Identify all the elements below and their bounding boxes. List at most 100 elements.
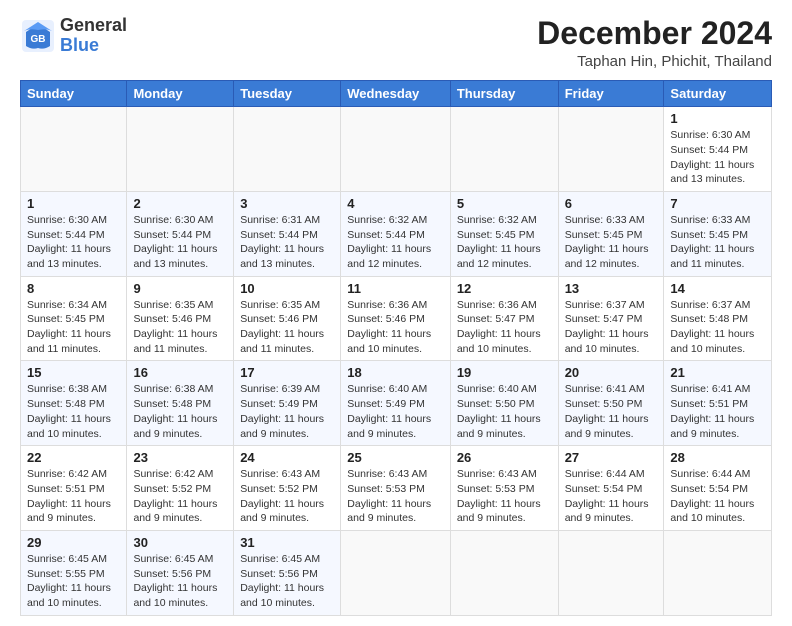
- day-number: 24: [240, 450, 334, 465]
- calendar-cell: 28 Sunrise: 6:44 AMSunset: 5:54 PMDaylig…: [664, 446, 772, 531]
- day-number: 13: [565, 281, 658, 296]
- day-number: 4: [347, 196, 444, 211]
- day-number: 17: [240, 365, 334, 380]
- day-detail: Sunrise: 6:43 AMSunset: 5:53 PMDaylight:…: [457, 467, 552, 526]
- calendar-cell: 25 Sunrise: 6:43 AMSunset: 5:53 PMDaylig…: [341, 446, 451, 531]
- day-detail: Sunrise: 6:32 AMSunset: 5:44 PMDaylight:…: [347, 213, 444, 272]
- header-sunday: Sunday: [21, 81, 127, 107]
- day-detail: Sunrise: 6:34 AMSunset: 5:45 PMDaylight:…: [27, 298, 120, 357]
- day-detail: Sunrise: 6:41 AMSunset: 5:50 PMDaylight:…: [565, 382, 658, 441]
- calendar-cell: 9 Sunrise: 6:35 AMSunset: 5:46 PMDayligh…: [127, 276, 234, 361]
- header: GB General Blue December 2024 Taphan Hin…: [20, 16, 772, 70]
- calendar-row: 8 Sunrise: 6:34 AMSunset: 5:45 PMDayligh…: [21, 276, 772, 361]
- calendar-cell: 27 Sunrise: 6:44 AMSunset: 5:54 PMDaylig…: [558, 446, 664, 531]
- calendar-cell: [450, 107, 558, 192]
- calendar-row: 1 Sunrise: 6:30 AMSunset: 5:44 PMDayligh…: [21, 191, 772, 276]
- day-detail: Sunrise: 6:33 AMSunset: 5:45 PMDaylight:…: [565, 213, 658, 272]
- calendar-cell: [21, 107, 127, 192]
- day-number: 20: [565, 365, 658, 380]
- logo-general-text: General: [60, 16, 127, 36]
- day-detail: Sunrise: 6:45 AMSunset: 5:56 PMDaylight:…: [133, 552, 227, 611]
- calendar-cell: 26 Sunrise: 6:43 AMSunset: 5:53 PMDaylig…: [450, 446, 558, 531]
- calendar-cell: [234, 107, 341, 192]
- day-detail: Sunrise: 6:30 AMSunset: 5:44 PMDaylight:…: [670, 128, 765, 187]
- calendar-row: 1 Sunrise: 6:30 AMSunset: 5:44 PMDayligh…: [21, 107, 772, 192]
- month-title: December 2024: [537, 16, 772, 51]
- header-monday: Monday: [127, 81, 234, 107]
- day-detail: Sunrise: 6:44 AMSunset: 5:54 PMDaylight:…: [565, 467, 658, 526]
- day-number: 19: [457, 365, 552, 380]
- logo: GB General Blue: [20, 16, 127, 56]
- day-number: 29: [27, 535, 120, 550]
- day-detail: Sunrise: 6:32 AMSunset: 5:45 PMDaylight:…: [457, 213, 552, 272]
- calendar-cell: 1 Sunrise: 6:30 AMSunset: 5:44 PMDayligh…: [21, 191, 127, 276]
- calendar-cell: [558, 107, 664, 192]
- calendar-cell: 2 Sunrise: 6:30 AMSunset: 5:44 PMDayligh…: [127, 191, 234, 276]
- day-number: 30: [133, 535, 227, 550]
- calendar-cell: 6 Sunrise: 6:33 AMSunset: 5:45 PMDayligh…: [558, 191, 664, 276]
- day-number: 1: [670, 111, 765, 126]
- calendar-row: 29 Sunrise: 6:45 AMSunset: 5:55 PMDaylig…: [21, 530, 772, 615]
- day-number: 18: [347, 365, 444, 380]
- calendar-cell: 1 Sunrise: 6:30 AMSunset: 5:44 PMDayligh…: [664, 107, 772, 192]
- day-number: 6: [565, 196, 658, 211]
- header-thursday: Thursday: [450, 81, 558, 107]
- svg-text:GB: GB: [31, 34, 46, 45]
- day-number: 2: [133, 196, 227, 211]
- calendar-cell: 13 Sunrise: 6:37 AMSunset: 5:47 PMDaylig…: [558, 276, 664, 361]
- day-number: 14: [670, 281, 765, 296]
- calendar-cell: [341, 107, 451, 192]
- day-detail: Sunrise: 6:43 AMSunset: 5:53 PMDaylight:…: [347, 467, 444, 526]
- calendar-cell: 24 Sunrise: 6:43 AMSunset: 5:52 PMDaylig…: [234, 446, 341, 531]
- calendar-cell: 31 Sunrise: 6:45 AMSunset: 5:56 PMDaylig…: [234, 530, 341, 615]
- day-number: 11: [347, 281, 444, 296]
- calendar-cell: 7 Sunrise: 6:33 AMSunset: 5:45 PMDayligh…: [664, 191, 772, 276]
- day-detail: Sunrise: 6:35 AMSunset: 5:46 PMDaylight:…: [133, 298, 227, 357]
- calendar-cell: 22 Sunrise: 6:42 AMSunset: 5:51 PMDaylig…: [21, 446, 127, 531]
- calendar-row: 15 Sunrise: 6:38 AMSunset: 5:48 PMDaylig…: [21, 361, 772, 446]
- calendar-cell: 20 Sunrise: 6:41 AMSunset: 5:50 PMDaylig…: [558, 361, 664, 446]
- day-detail: Sunrise: 6:30 AMSunset: 5:44 PMDaylight:…: [133, 213, 227, 272]
- day-detail: Sunrise: 6:36 AMSunset: 5:46 PMDaylight:…: [347, 298, 444, 357]
- header-saturday: Saturday: [664, 81, 772, 107]
- day-number: 21: [670, 365, 765, 380]
- calendar-cell: 5 Sunrise: 6:32 AMSunset: 5:45 PMDayligh…: [450, 191, 558, 276]
- header-tuesday: Tuesday: [234, 81, 341, 107]
- day-detail: Sunrise: 6:36 AMSunset: 5:47 PMDaylight:…: [457, 298, 552, 357]
- day-detail: Sunrise: 6:45 AMSunset: 5:56 PMDaylight:…: [240, 552, 334, 611]
- calendar-row: 22 Sunrise: 6:42 AMSunset: 5:51 PMDaylig…: [21, 446, 772, 531]
- day-detail: Sunrise: 6:41 AMSunset: 5:51 PMDaylight:…: [670, 382, 765, 441]
- calendar-cell: 10 Sunrise: 6:35 AMSunset: 5:46 PMDaylig…: [234, 276, 341, 361]
- calendar-cell: 14 Sunrise: 6:37 AMSunset: 5:48 PMDaylig…: [664, 276, 772, 361]
- calendar-cell: 11 Sunrise: 6:36 AMSunset: 5:46 PMDaylig…: [341, 276, 451, 361]
- calendar-cell: 8 Sunrise: 6:34 AMSunset: 5:45 PMDayligh…: [21, 276, 127, 361]
- day-number: 12: [457, 281, 552, 296]
- calendar-cell: 29 Sunrise: 6:45 AMSunset: 5:55 PMDaylig…: [21, 530, 127, 615]
- day-detail: Sunrise: 6:39 AMSunset: 5:49 PMDaylight:…: [240, 382, 334, 441]
- day-detail: Sunrise: 6:40 AMSunset: 5:49 PMDaylight:…: [347, 382, 444, 441]
- day-number: 26: [457, 450, 552, 465]
- day-detail: Sunrise: 6:42 AMSunset: 5:51 PMDaylight:…: [27, 467, 120, 526]
- day-number: 1: [27, 196, 120, 211]
- calendar-cell: [558, 530, 664, 615]
- day-number: 5: [457, 196, 552, 211]
- calendar-cell: 16 Sunrise: 6:38 AMSunset: 5:48 PMDaylig…: [127, 361, 234, 446]
- calendar-cell: 30 Sunrise: 6:45 AMSunset: 5:56 PMDaylig…: [127, 530, 234, 615]
- calendar-cell: 18 Sunrise: 6:40 AMSunset: 5:49 PMDaylig…: [341, 361, 451, 446]
- day-number: 31: [240, 535, 334, 550]
- day-detail: Sunrise: 6:35 AMSunset: 5:46 PMDaylight:…: [240, 298, 334, 357]
- calendar-cell: 15 Sunrise: 6:38 AMSunset: 5:48 PMDaylig…: [21, 361, 127, 446]
- day-number: 10: [240, 281, 334, 296]
- day-number: 27: [565, 450, 658, 465]
- calendar-cell: 19 Sunrise: 6:40 AMSunset: 5:50 PMDaylig…: [450, 361, 558, 446]
- day-number: 22: [27, 450, 120, 465]
- day-detail: Sunrise: 6:40 AMSunset: 5:50 PMDaylight:…: [457, 382, 552, 441]
- logo-blue-text: Blue: [60, 36, 127, 56]
- calendar-cell: 21 Sunrise: 6:41 AMSunset: 5:51 PMDaylig…: [664, 361, 772, 446]
- day-number: 8: [27, 281, 120, 296]
- day-number: 3: [240, 196, 334, 211]
- location: Taphan Hin, Phichit, Thailand: [537, 53, 772, 70]
- day-detail: Sunrise: 6:38 AMSunset: 5:48 PMDaylight:…: [27, 382, 120, 441]
- day-number: 25: [347, 450, 444, 465]
- logo-icon: GB: [20, 18, 56, 54]
